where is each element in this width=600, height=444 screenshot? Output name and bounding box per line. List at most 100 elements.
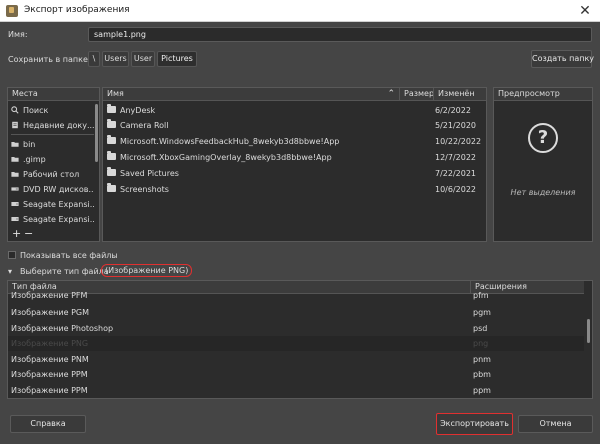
places-item-desktop[interactable]: Рабочий стол <box>11 167 95 182</box>
show-all-files-checkbox[interactable] <box>8 251 16 259</box>
type-ext: psd <box>473 324 488 333</box>
type-name: Изображение PNM <box>11 355 89 364</box>
close-icon[interactable]: ✕ <box>576 2 594 20</box>
create-folder-button[interactable]: Создать папку <box>531 50 594 68</box>
type-name: Изображение PGM <box>11 308 89 317</box>
folder-icon <box>11 142 19 147</box>
type-name: Изображение Photoshop <box>11 324 114 333</box>
selected-file-type[interactable]: (Изображение PNG) <box>101 264 193 277</box>
question-icon: ? <box>528 123 558 153</box>
places-item-label: .gimp <box>23 155 46 164</box>
places-panel: Места Поиск Недавние доку... bin .gimp Р… <box>7 87 100 242</box>
breadcrumb-root[interactable]: \ <box>88 51 100 67</box>
export-button[interactable]: Экспортировать <box>436 413 513 435</box>
file-row[interactable]: Screenshots 10/6/2022 <box>103 182 486 197</box>
remove-bookmark-button[interactable]: − <box>24 227 33 240</box>
add-bookmark-button[interactable]: + <box>12 227 21 240</box>
folder-icon <box>11 157 19 162</box>
preview-empty-text: Нет выделения <box>510 188 576 197</box>
file-modified: 12/7/2022 <box>435 153 477 162</box>
places-item-gimp[interactable]: .gimp <box>11 152 95 167</box>
window-titlebar: Экспорт изображения ✕ <box>0 0 600 22</box>
places-item-label: Недавние доку... <box>23 121 95 130</box>
breadcrumb-pictures[interactable]: Pictures <box>157 51 197 67</box>
folder-icon <box>107 166 120 181</box>
folder-icon <box>107 150 120 165</box>
type-row[interactable]: Изображение Photoshop psd <box>8 321 584 336</box>
places-item-label: Seagate Expansi... <box>23 200 95 209</box>
file-modified: 10/22/2022 <box>435 137 482 146</box>
folder-icon <box>107 118 120 133</box>
file-row[interactable]: Microsoft.XboxGamingOverlay_8wekyb3d8bbw… <box>103 150 486 165</box>
type-row[interactable]: Изображение PPM ppm <box>8 383 584 398</box>
places-item-bin[interactable]: bin <box>11 137 95 152</box>
drive-icon <box>11 217 19 221</box>
help-button[interactable]: Справка <box>10 415 86 433</box>
type-row[interactable]: Изображение PFM pfm <box>8 290 584 302</box>
places-item-search[interactable]: Поиск <box>11 103 95 118</box>
places-divider <box>11 134 95 135</box>
places-scrollbar[interactable] <box>94 102 99 228</box>
file-name: Screenshots <box>120 185 169 194</box>
folder-icon <box>107 182 120 197</box>
places-item-label: Seagate Expansi... <box>23 215 95 224</box>
type-row[interactable]: Изображение PNM pnm <box>8 352 584 367</box>
folder-icon <box>11 172 19 177</box>
column-size-header[interactable]: Размер <box>399 88 434 101</box>
file-row[interactable]: Camera Roll 5/21/2020 <box>103 118 486 133</box>
filename-input[interactable]: sample1.png <box>88 27 592 42</box>
type-row[interactable]: Изображение PPM pbm <box>8 367 584 382</box>
places-item-label: DVD RW дисков... <box>23 185 95 194</box>
window-title: Экспорт изображения <box>24 5 130 15</box>
column-name-header[interactable]: Имя ⌃ <box>103 88 399 101</box>
places-item-label: Поиск <box>23 106 49 115</box>
places-item-seagate-2[interactable]: Seagate Expansi... <box>11 212 95 227</box>
file-name: Microsoft.XboxGamingOverlay_8wekyb3d8bbw… <box>120 153 332 162</box>
file-type-label: Выберите тип файла <box>20 267 109 276</box>
file-row[interactable]: AnyDesk 6/2/2022 <box>103 103 486 118</box>
file-modified: 6/2/2022 <box>435 106 471 115</box>
collapse-arrow-icon[interactable]: ▾ <box>8 267 12 276</box>
type-row-selected[interactable]: Изображение PNG png <box>8 336 584 351</box>
sort-arrow-up-icon: ⌃ <box>387 89 395 99</box>
file-modified: 5/21/2020 <box>435 121 477 130</box>
search-icon <box>11 106 19 114</box>
file-types-scrollbar[interactable] <box>585 281 592 398</box>
places-item-seagate-1[interactable]: Seagate Expansi... <box>11 197 95 212</box>
preview-panel: Предпросмотр ? Нет выделения <box>493 87 593 242</box>
type-row[interactable]: Изображение PGM pgm <box>8 305 584 320</box>
preview-header: Предпросмотр <box>494 88 592 101</box>
type-name: Изображение PPM <box>11 386 88 395</box>
places-item-dvd[interactable]: DVD RW дисков... <box>11 182 95 197</box>
places-item-recent[interactable]: Недавние доку... <box>11 118 95 133</box>
optical-drive-icon <box>11 187 19 191</box>
type-ext: ppm <box>473 386 491 395</box>
cancel-button[interactable]: Отмена <box>518 415 593 433</box>
folder-icon <box>107 103 120 118</box>
name-label: Имя: <box>8 30 28 39</box>
places-actions: + − <box>8 227 99 241</box>
type-ext: pgm <box>473 308 491 317</box>
breadcrumb-users[interactable]: Users <box>102 51 129 67</box>
file-name: Microsoft.WindowsFeedbackHub_8wekyb3d8bb… <box>120 137 340 146</box>
save-in-folder-label: Сохранить в папке <box>8 55 88 64</box>
file-types-scroll-thumb[interactable] <box>587 319 590 343</box>
type-ext: png <box>473 339 489 348</box>
file-row[interactable]: Saved Pictures 7/22/2021 <box>103 166 486 181</box>
column-name-label: Имя <box>107 89 124 98</box>
column-modified-header[interactable]: Изменён <box>433 88 486 101</box>
file-types-panel: Тип файла Расширения Изображение PFM pfm… <box>7 280 593 399</box>
file-row[interactable]: Microsoft.WindowsFeedbackHub_8wekyb3d8bb… <box>103 134 486 149</box>
type-name: Изображение PNG <box>11 339 89 348</box>
file-modified: 10/6/2022 <box>435 185 477 194</box>
places-header[interactable]: Места <box>8 88 99 101</box>
places-item-label: Рабочий стол <box>23 170 80 179</box>
type-ext: pfm <box>473 291 489 300</box>
places-item-label: bin <box>23 140 36 149</box>
file-name: Camera Roll <box>120 121 169 130</box>
folder-icon <box>107 134 120 149</box>
type-name: Изображение PPM <box>11 370 88 379</box>
type-ext: pnm <box>473 355 491 364</box>
breadcrumb-user[interactable]: User <box>131 51 155 67</box>
places-scroll-thumb[interactable] <box>95 104 98 162</box>
